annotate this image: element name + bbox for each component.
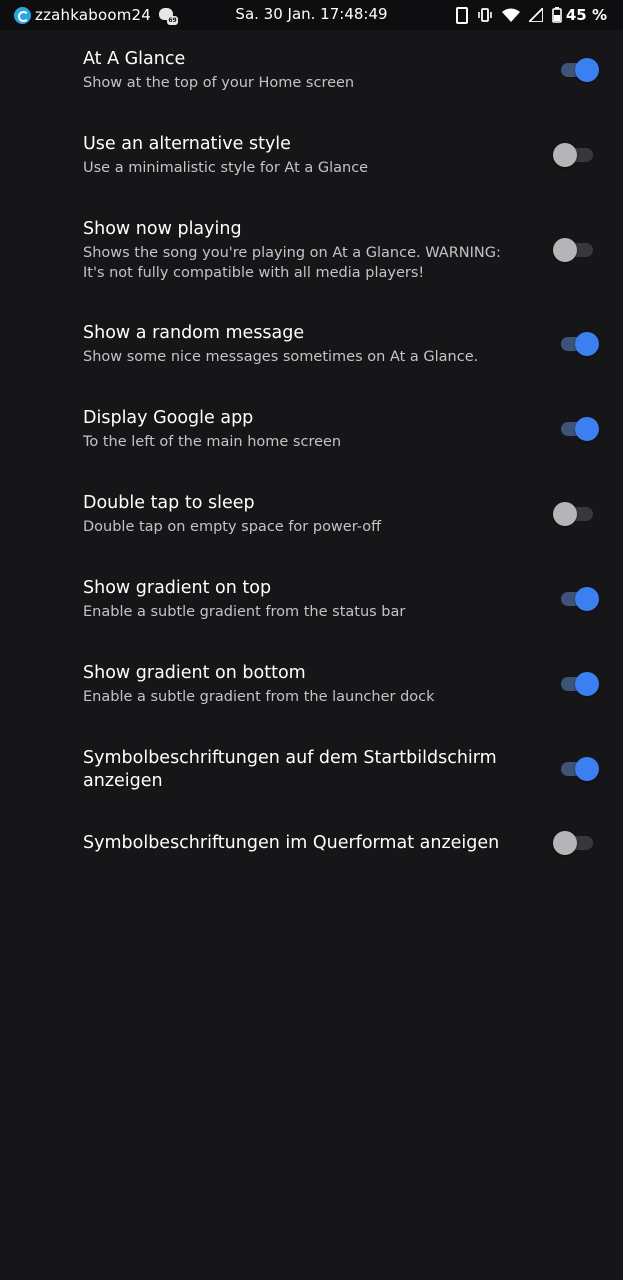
wifi-icon — [501, 8, 520, 22]
toggle-switch-off[interactable] — [553, 831, 593, 855]
toggle-switch-on[interactable] — [561, 587, 599, 611]
vibrate-icon — [477, 8, 493, 22]
toggle-thumb — [553, 502, 577, 526]
setting-summary: Enable a subtle gradient from the launch… — [83, 689, 435, 705]
toggle-switch-on[interactable] — [561, 672, 599, 696]
setting-title: Show gradient on bottom — [83, 663, 306, 683]
setting-summary: To the left of the main home screen — [83, 434, 342, 450]
setting-title: Show a random message — [83, 323, 305, 343]
toggle-thumb — [575, 587, 599, 611]
setting-summary: Show some nice messages sometimes on At … — [83, 349, 479, 365]
setting-title: Symbolbeschriftungen auf dem Startbildsc… — [83, 748, 497, 791]
setting-title: Show gradient on top — [83, 578, 272, 598]
setting-summary: Shows the song you're playing on At a Gl… — [83, 245, 501, 281]
setting-summary: Show at the top of your Home screen — [83, 75, 355, 91]
cat-badge-icon: 69 — [158, 5, 179, 25]
setting-double-tap-sleep[interactable]: Double tap to sleep Double tap on empty … — [0, 474, 623, 559]
signal-icon — [528, 8, 543, 22]
toggle-thumb — [575, 417, 599, 441]
status-bar-right: 45 % — [455, 5, 607, 25]
toggle-switch-off[interactable] — [553, 143, 593, 167]
setting-alternative-style[interactable]: Use an alternative style Use a minimalis… — [0, 115, 623, 200]
setting-icon-labels-home[interactable]: Symbolbeschriftungen auf dem Startbildsc… — [0, 729, 623, 814]
toggle-switch-off[interactable] — [553, 502, 593, 526]
setting-at-a-glance[interactable]: At A Glance Show at the top of your Home… — [0, 30, 623, 115]
phone-icon — [455, 6, 468, 24]
battery-icon — [552, 7, 562, 23]
setting-random-message[interactable]: Show a random message Show some nice mes… — [0, 304, 623, 389]
toggle-switch-on[interactable] — [561, 58, 599, 82]
setting-now-playing[interactable]: Show now playing Shows the song you're p… — [0, 200, 623, 304]
status-bar-left: zzahkaboom24 69 — [14, 4, 179, 26]
setting-title: Show now playing — [83, 219, 242, 239]
toggle-switch-on[interactable] — [561, 757, 599, 781]
notification-badge: 69 — [167, 16, 179, 25]
setting-summary: Double tap on empty space for power-off — [83, 519, 382, 535]
toggle-switch-on[interactable] — [561, 332, 599, 356]
status-bar: zzahkaboom24 69 Sa. 30 Jan. 17:48:49 45 … — [0, 0, 623, 30]
setting-title: Use an alternative style — [83, 134, 291, 154]
setting-summary: Enable a subtle gradient from the status… — [83, 604, 406, 620]
setting-title: Display Google app — [83, 408, 254, 428]
setting-google-app[interactable]: Display Google app To the left of the ma… — [0, 389, 623, 474]
setting-gradient-top[interactable]: Show gradient on top Enable a subtle gra… — [0, 559, 623, 644]
toggle-thumb — [575, 757, 599, 781]
setting-gradient-bottom[interactable]: Show gradient on bottom Enable a subtle … — [0, 644, 623, 729]
setting-title: Double tap to sleep — [83, 493, 255, 513]
setting-icon-labels-landscape[interactable]: Symbolbeschriftungen im Querformat anzei… — [0, 814, 623, 874]
toggle-thumb — [575, 332, 599, 356]
toggle-switch-on[interactable] — [561, 417, 599, 441]
toggle-thumb — [553, 831, 577, 855]
toggle-thumb — [553, 238, 577, 262]
status-username: zzahkaboom24 — [35, 6, 152, 24]
battery-percent: 45 % — [565, 6, 607, 24]
toggle-thumb — [553, 143, 577, 167]
setting-title: Symbolbeschriftungen im Querformat anzei… — [83, 833, 500, 853]
setting-title: At A Glance — [83, 49, 186, 69]
setting-summary: Use a minimalistic style for At a Glance — [83, 160, 369, 176]
toggle-switch-off[interactable] — [553, 238, 593, 262]
toggle-thumb — [575, 672, 599, 696]
app-circle-icon — [14, 6, 31, 24]
toggle-thumb — [575, 58, 599, 82]
